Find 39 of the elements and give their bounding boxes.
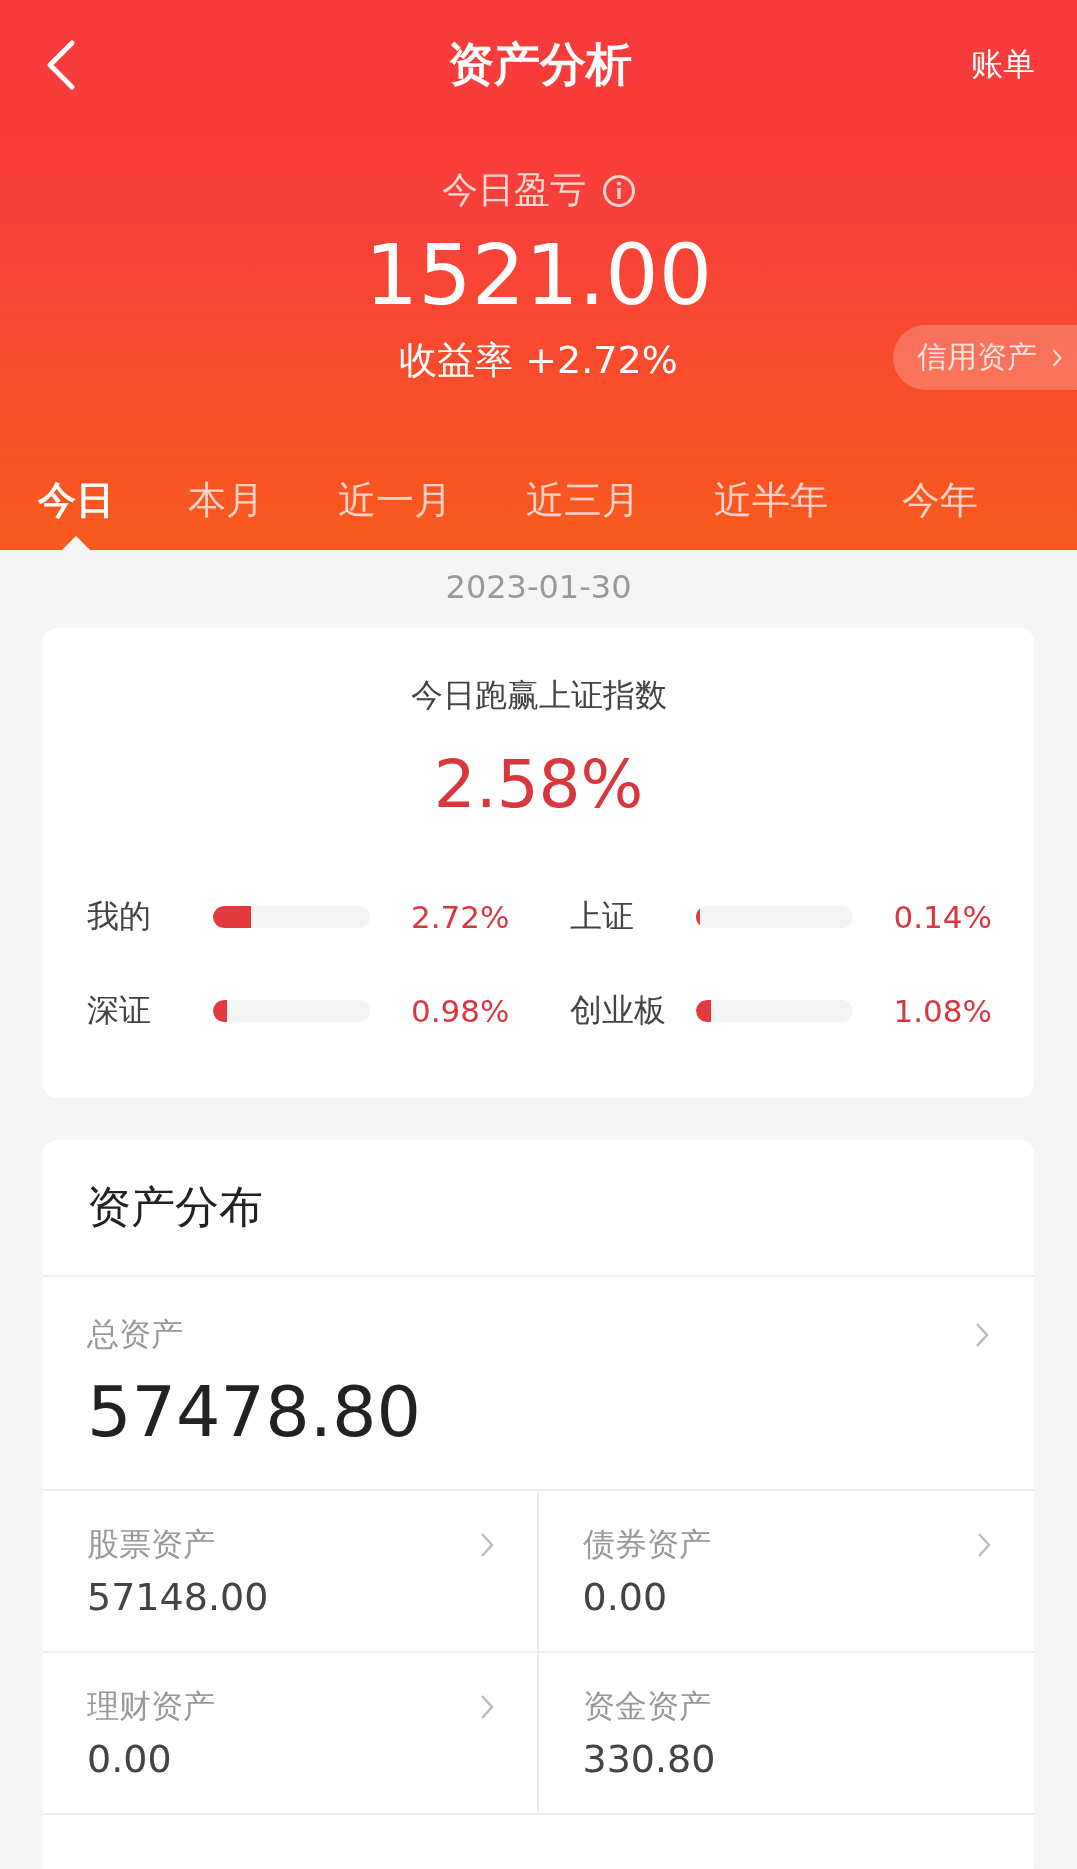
index-reading: 1.08% <box>893 993 992 1029</box>
asset-value: 330.80 <box>582 1737 717 1781</box>
asset-label: 资金资产 <box>582 1686 711 1727</box>
chevron-icon[interactable] <box>974 1321 990 1349</box>
distribution-title: 资产分布 <box>43 1140 1034 1277</box>
period-tab[interactable]: 今日 <box>38 450 114 550</box>
period-tab[interactable]: 近一月 <box>338 450 452 550</box>
period-tab[interactable]: 近三月 <box>526 450 640 550</box>
period-tab[interactable]: 近半年 <box>714 450 828 550</box>
asset-label: 股票资产 <box>87 1524 215 1565</box>
asset-value: 0.00 <box>582 1575 669 1619</box>
comparison-title: 今日跑赢上证指数 <box>409 675 668 716</box>
total-assets-value: 57478.80 <box>87 1371 422 1453</box>
index-reading: 0.98% <box>411 993 510 1029</box>
comparison-value: 2.58% <box>432 746 645 823</box>
index-name: 深证 <box>87 990 152 1031</box>
chevron-icon[interactable] <box>976 1531 992 1559</box>
chevron-icon[interactable] <box>478 1531 495 1559</box>
info-icon[interactable] <box>601 173 636 208</box>
period-tab[interactable]: 今年 <box>902 450 978 550</box>
chevron-icon[interactable] <box>478 1693 495 1721</box>
index-reading: 2.72% <box>411 899 510 935</box>
credit-assets-button[interactable]: 信用资产 <box>893 325 1077 391</box>
asset-label: 理财资产 <box>87 1686 215 1727</box>
total-assets-label: 总资产 <box>87 1314 183 1355</box>
page-title: 资产分析 <box>447 36 632 93</box>
index-name: 我的 <box>87 896 152 937</box>
asset-value: 0.00 <box>87 1737 173 1781</box>
asset-label: 债券资产 <box>582 1524 711 1565</box>
index-name: 创业板 <box>569 990 667 1031</box>
date-label: 2023-01-30 <box>444 568 633 606</box>
return-rate: 收益率 +2.72% <box>399 337 678 385</box>
period-tab[interactable]: 本月 <box>188 450 264 550</box>
asset-value: 57148.00 <box>87 1575 270 1619</box>
profit-amount: 1521.00 <box>363 229 714 322</box>
bill-link[interactable]: 账单 <box>971 43 1035 87</box>
index-reading: 0.14% <box>893 899 992 935</box>
index-name: 上证 <box>569 896 635 937</box>
summary-label: 今日盈亏 <box>441 168 586 212</box>
